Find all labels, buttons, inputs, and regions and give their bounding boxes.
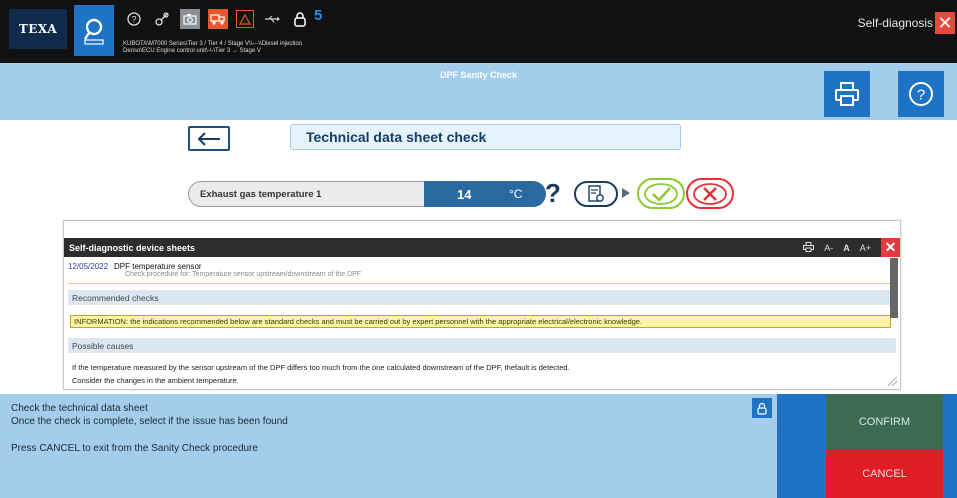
vehicle-path: KUBOTA\M7000 Series\Tier 3 / Tier 4 / St… bbox=[123, 41, 302, 55]
information-note: INFORMATION: the indications recommended… bbox=[70, 315, 891, 328]
usb-icon[interactable] bbox=[262, 9, 282, 29]
help-icon: ? bbox=[909, 82, 933, 106]
font-increase-button[interactable]: A+ bbox=[860, 243, 871, 253]
close-mode-button[interactable]: ✕ bbox=[935, 12, 955, 34]
sheet-title-bar: Self-diagnostic device sheets A- A A+ ✕ bbox=[64, 238, 900, 257]
lock-button[interactable] bbox=[752, 398, 772, 418]
vehicle-path-line2: Denso\ECU Engine control unit\-\-\Tier 3… bbox=[123, 48, 261, 54]
top-bar: TEXA ? 5 KUBOTA\M7000 Series\Tier 3 / Ti… bbox=[0, 0, 957, 63]
cross-icon bbox=[693, 182, 727, 205]
sheet-print-icon[interactable] bbox=[803, 241, 815, 254]
font-decrease-button[interactable]: A- bbox=[824, 243, 833, 253]
page-title: DPF Sanity Check bbox=[439, 70, 518, 80]
notification-count: 5 bbox=[314, 6, 323, 24]
svg-text:?: ? bbox=[917, 87, 925, 104]
help-button[interactable]: ? bbox=[898, 71, 944, 117]
side-spacer bbox=[777, 394, 826, 498]
cause-line-2: Consider the changes in the ambient temp… bbox=[72, 376, 239, 385]
info-question-icon[interactable]: ? bbox=[545, 180, 561, 206]
instruction-line-3: Press CANCEL to exit from the Sanity Che… bbox=[11, 443, 258, 454]
close-icon: ✕ bbox=[937, 12, 953, 33]
entry-title: DPF temperature sensor bbox=[114, 262, 202, 271]
question-circle-icon[interactable]: ? bbox=[124, 9, 144, 29]
instruction-line-2: Once the check is complete, select if th… bbox=[11, 416, 288, 427]
next-arrow-icon bbox=[622, 188, 630, 198]
device-sheet-panel: Self-diagnostic device sheets A- A A+ ✕ … bbox=[63, 220, 901, 390]
magnifier-icon bbox=[84, 18, 104, 45]
arrow-left-icon bbox=[197, 131, 220, 146]
lock-icon[interactable] bbox=[290, 9, 310, 29]
camera-icon[interactable] bbox=[180, 9, 200, 29]
sheet-close-button[interactable]: ✕ bbox=[881, 238, 900, 257]
mode-label: Self-diagnosis bbox=[857, 16, 933, 30]
svg-text:?: ? bbox=[131, 15, 136, 25]
truck-icon[interactable] bbox=[208, 9, 228, 29]
app-window: TEXA ? 5 KUBOTA\M7000 Series\Tier 3 / Ti… bbox=[0, 0, 957, 498]
measure-value-box: 14 °C bbox=[424, 181, 546, 207]
issue-not-found-button[interactable] bbox=[686, 178, 734, 209]
warning-icon[interactable] bbox=[236, 10, 254, 28]
entry-date[interactable]: 12/05/2022 bbox=[68, 262, 108, 271]
vehicle-path-line1: KUBOTA\M7000 Series\Tier 3 / Tier 4 / St… bbox=[123, 41, 303, 47]
measure-value: 14 bbox=[457, 187, 472, 202]
close-icon: ✕ bbox=[884, 239, 897, 255]
checkmark-icon bbox=[644, 182, 678, 205]
font-reset-button[interactable]: A bbox=[843, 243, 850, 253]
key-icon[interactable] bbox=[152, 9, 172, 29]
issue-found-ok-button[interactable] bbox=[637, 178, 685, 209]
printer-icon bbox=[835, 82, 859, 106]
vehicle-search-button[interactable] bbox=[74, 5, 114, 56]
texa-logo: TEXA bbox=[9, 9, 67, 49]
entry-subtitle: Check procedure for: Temperature sensor … bbox=[125, 271, 362, 278]
padlock-icon bbox=[757, 402, 767, 415]
cancel-button[interactable]: CANCEL bbox=[826, 450, 943, 498]
entry-divider bbox=[68, 283, 890, 284]
section-recommended: Recommended checks bbox=[68, 290, 896, 305]
sheet-scrollbar[interactable] bbox=[890, 258, 898, 318]
measure-unit: °C bbox=[509, 187, 523, 201]
measure-label: Exhaust gas temperature 1 bbox=[188, 181, 438, 207]
confirm-button[interactable]: CONFIRM bbox=[826, 394, 943, 450]
cause-line-1: If the temperature measured by the senso… bbox=[72, 363, 570, 372]
back-button[interactable] bbox=[188, 126, 230, 151]
sheet-settings-icon bbox=[588, 185, 604, 202]
resize-grip-icon[interactable] bbox=[886, 375, 898, 387]
print-button[interactable] bbox=[824, 71, 870, 117]
toolbar-icons: ? 5 bbox=[124, 7, 322, 31]
right-edge-bar bbox=[943, 394, 957, 498]
check-title: Technical data sheet check bbox=[290, 124, 681, 150]
instruction-line-1: Check the technical data sheet bbox=[11, 403, 148, 414]
sheet-tools: A- A A+ ✕ bbox=[803, 238, 900, 257]
section-possible-causes: Possible causes bbox=[68, 338, 896, 353]
technical-sheet-button[interactable] bbox=[574, 181, 618, 207]
sheet-title: Self-diagnostic device sheets bbox=[69, 242, 196, 253]
